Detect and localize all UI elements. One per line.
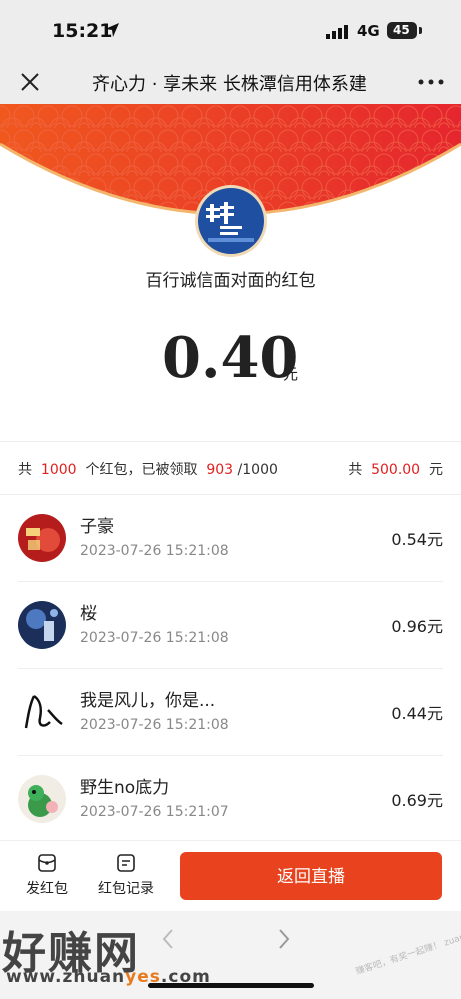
summary-left: 共 1000 个红包，已被领取 903 /1000 bbox=[18, 459, 278, 479]
avatar bbox=[18, 514, 66, 562]
watermark-side: 赚客吧，有奖一起赚！ zuanke8.com bbox=[354, 920, 461, 978]
sender-logo bbox=[195, 185, 267, 257]
record-time: 2023-07-26 15:21:07 bbox=[80, 804, 229, 820]
list-item[interactable]: 子豪 2023-07-26 15:21:08 0.54元 bbox=[18, 495, 443, 582]
close-icon[interactable] bbox=[18, 70, 42, 94]
list-item[interactable]: 野生no底力 2023-07-26 15:21:07 0.69元 bbox=[18, 756, 443, 843]
sender-name: 百行诚信面对面的红包 bbox=[145, 271, 316, 291]
battery-nub bbox=[419, 27, 422, 34]
total-amount: 500.00 bbox=[371, 462, 421, 478]
total-prefix: 共 bbox=[348, 462, 363, 478]
record-name: 子豪 bbox=[80, 517, 114, 537]
summary-mid: 个红包，已被领取 bbox=[85, 462, 198, 478]
list-item[interactable]: 桜 2023-07-26 15:21:08 0.96元 bbox=[18, 582, 443, 669]
total-count: 1000 bbox=[40, 462, 77, 478]
more-options-icon[interactable] bbox=[418, 79, 444, 85]
avatar bbox=[18, 775, 66, 823]
record-name: 野生no底力 bbox=[80, 778, 170, 798]
record-amount: 0.69元 bbox=[391, 791, 443, 810]
logo-graphic bbox=[206, 202, 254, 242]
received-amount: 0.40 bbox=[162, 325, 299, 391]
records-icon bbox=[117, 854, 135, 872]
network-type: 4G bbox=[357, 22, 380, 40]
divider bbox=[0, 441, 461, 442]
red-packet-records-label: 红包记录 bbox=[98, 881, 154, 897]
record-time: 2023-07-26 15:21:08 bbox=[80, 717, 229, 733]
list-item[interactable]: 我是风儿，你是... 2023-07-26 15:21:08 0.44元 bbox=[18, 669, 443, 756]
bottom-action-bar: 发红包 红包记录 返回直播 bbox=[0, 840, 461, 911]
avatar bbox=[18, 601, 66, 649]
packet-summary: 共 1000 个红包，已被领取 903 /1000 共 500.00 元 bbox=[18, 459, 443, 479]
home-indicator bbox=[148, 983, 314, 988]
watermark-url-a: www.zhuan bbox=[6, 967, 126, 987]
record-time: 2023-07-26 15:21:08 bbox=[80, 630, 229, 646]
claimed-count: 903 bbox=[206, 462, 234, 478]
summary-right: 共 500.00 元 bbox=[348, 459, 443, 479]
send-red-packet-button[interactable]: 发红包 bbox=[18, 853, 76, 901]
amount-unit: 元 bbox=[283, 365, 299, 383]
claimed-of-total: /1000 bbox=[237, 462, 278, 478]
record-amount: 0.44元 bbox=[391, 704, 443, 723]
summary-prefix: 共 bbox=[18, 462, 32, 478]
record-amount: 0.96元 bbox=[391, 617, 443, 636]
status-bar: 15:21 4G 45 bbox=[0, 0, 461, 62]
browser-toolbar: 好赚网 www.zhuanyes.com 赚客吧，有奖一起赚！ zuanke8.… bbox=[0, 911, 461, 999]
total-unit: 元 bbox=[429, 462, 443, 478]
cellular-signal-icon bbox=[326, 25, 348, 39]
back-chevron-icon[interactable] bbox=[160, 927, 176, 951]
claim-record-list: 子豪 2023-07-26 15:21:08 0.54元 桜 2023-07-2… bbox=[0, 495, 461, 843]
battery-icon: 45 bbox=[387, 22, 417, 39]
forward-chevron-icon[interactable] bbox=[276, 927, 292, 951]
record-name: 桜 bbox=[80, 604, 97, 624]
red-packet-records-button[interactable]: 红包记录 bbox=[92, 853, 160, 901]
location-arrow-icon bbox=[105, 23, 119, 37]
record-amount: 0.54元 bbox=[391, 530, 443, 549]
nav-bar: 齐心力 · 享未来 长株潭信用体系建 bbox=[0, 62, 461, 104]
record-time: 2023-07-26 15:21:08 bbox=[80, 543, 229, 559]
back-to-live-button[interactable]: 返回直播 bbox=[180, 852, 442, 900]
avatar bbox=[18, 688, 66, 736]
battery-level: 45 bbox=[393, 23, 410, 37]
send-red-packet-label: 发红包 bbox=[26, 881, 68, 897]
sender-logo-inner bbox=[198, 188, 264, 254]
page-title: 齐心力 · 享未来 长株潭信用体系建 bbox=[92, 74, 367, 95]
red-packet-icon bbox=[38, 854, 56, 872]
record-name: 我是风儿，你是... bbox=[80, 691, 216, 711]
